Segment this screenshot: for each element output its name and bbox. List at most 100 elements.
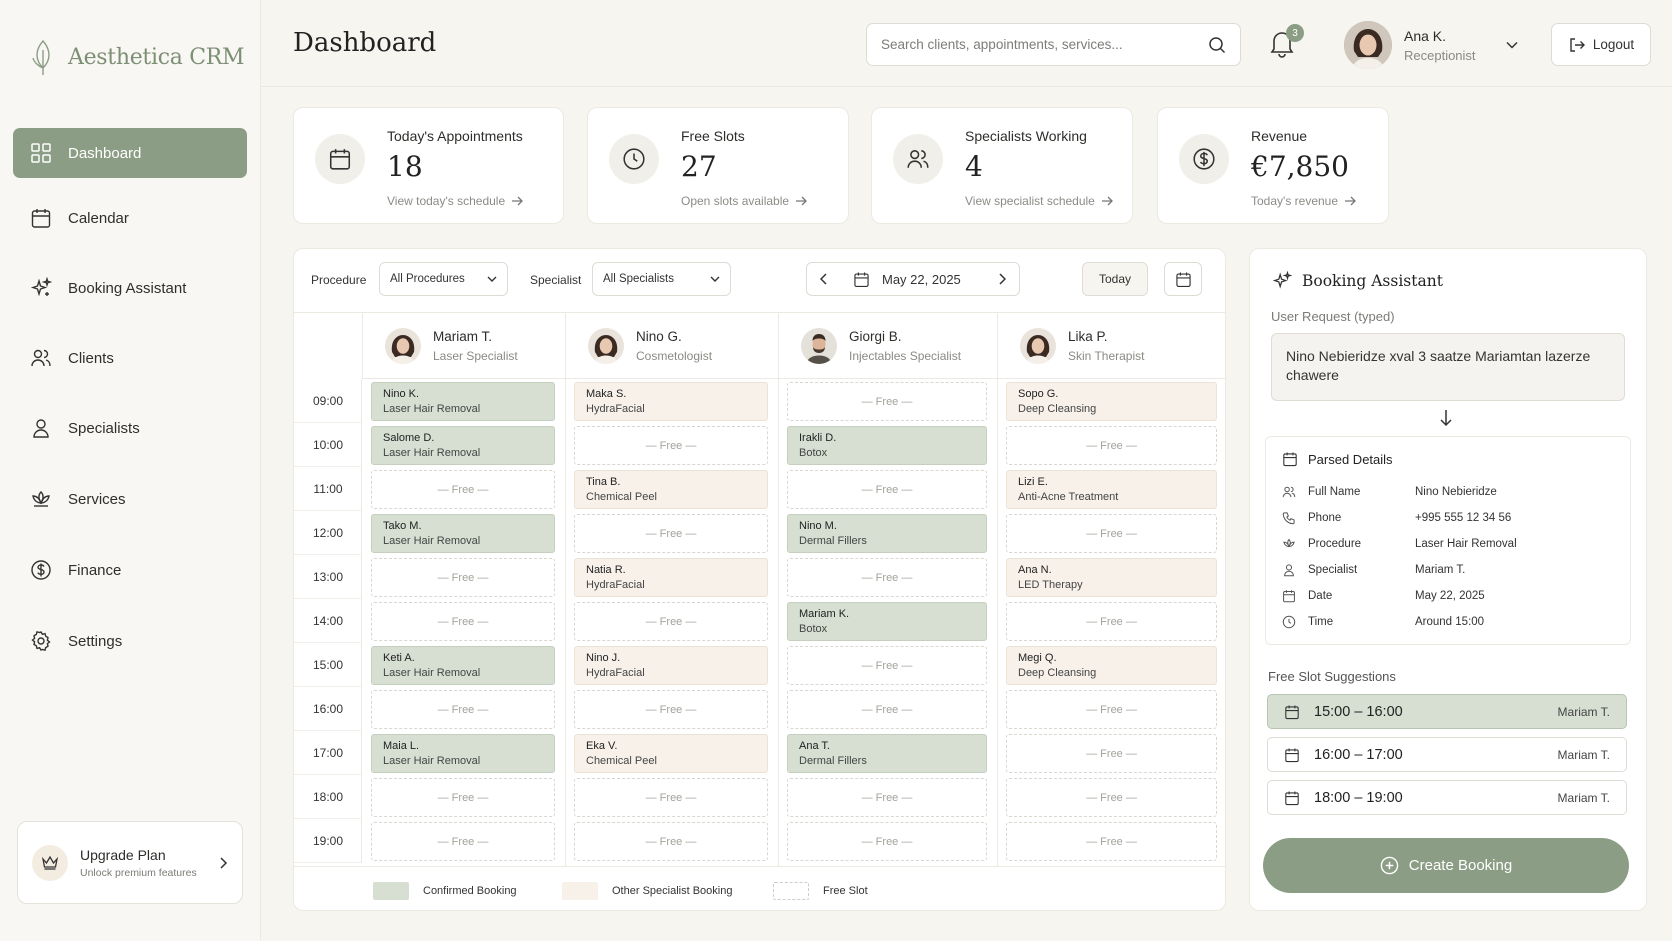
free-slot[interactable]: — Free — bbox=[1006, 822, 1217, 861]
free-slot[interactable]: — Free — bbox=[787, 382, 987, 421]
parsed-value: +995 555 12 34 56 bbox=[1415, 512, 1512, 524]
stat-link[interactable]: View today's schedule bbox=[387, 194, 524, 208]
free-slot[interactable]: — Free — bbox=[574, 690, 768, 729]
calendar-icon bbox=[315, 134, 365, 184]
sidebar-item-services[interactable]: Services bbox=[13, 474, 247, 524]
confirmed-booking[interactable]: Nino M. Dermal Fillers bbox=[787, 514, 987, 553]
search-box[interactable] bbox=[866, 23, 1241, 66]
other-specialist-booking[interactable]: Tina B. Chemical Peel bbox=[574, 470, 768, 509]
free-slot[interactable]: — Free — bbox=[574, 426, 768, 465]
free-slot[interactable]: — Free — bbox=[1006, 690, 1217, 729]
sidebar-item-clients[interactable]: Clients bbox=[13, 333, 247, 383]
stat-link[interactable]: View specialist schedule bbox=[965, 194, 1113, 208]
calendar-icon bbox=[1175, 272, 1191, 287]
logout-button[interactable]: Logout bbox=[1551, 23, 1651, 66]
stat-link[interactable]: Today's revenue bbox=[1251, 194, 1356, 208]
dollar-circle-icon bbox=[1179, 134, 1229, 184]
free-slot[interactable]: — Free — bbox=[787, 646, 987, 685]
notifications-button[interactable]: 3 bbox=[1268, 24, 1304, 60]
free-slot[interactable]: — Free — bbox=[787, 778, 987, 817]
free-slot[interactable]: — Free — bbox=[1006, 778, 1217, 817]
user-request-field[interactable]: Nino Nebieridze xval 3 saatze Mariamtan … bbox=[1271, 333, 1625, 401]
upgrade-plan-card[interactable]: Upgrade Plan Unlock premium features bbox=[17, 821, 243, 904]
confirmed-booking[interactable]: Ana T. Dermal Fillers bbox=[787, 734, 987, 773]
confirmed-booking[interactable]: Salome D. Laser Hair Removal bbox=[371, 426, 555, 465]
stat-label: Specialists Working bbox=[965, 128, 1087, 144]
search-input[interactable] bbox=[881, 37, 1201, 52]
booking-client: Tako M. bbox=[383, 520, 422, 532]
slot-suggestion-selected[interactable]: 15:00 – 16:00 Mariam T. bbox=[1267, 694, 1627, 729]
booking-procedure: Laser Hair Removal bbox=[383, 447, 481, 459]
sidebar-item-specialists[interactable]: Specialists bbox=[13, 403, 247, 453]
sidebar-item-calendar[interactable]: Calendar bbox=[13, 193, 247, 243]
other-specialist-booking[interactable]: Maka S. HydraFacial bbox=[574, 382, 768, 421]
specialist-select[interactable]: All Specialists bbox=[592, 262, 731, 296]
free-slot[interactable]: — Free — bbox=[574, 778, 768, 817]
free-slot[interactable]: — Free — bbox=[371, 558, 555, 597]
upgrade-title: Upgrade Plan bbox=[80, 846, 166, 863]
free-slot[interactable]: — Free — bbox=[371, 602, 555, 641]
slot-suggestion[interactable]: 18:00 – 19:00 Mariam T. bbox=[1267, 780, 1627, 815]
chevron-down-icon bbox=[1506, 41, 1518, 49]
confirmed-booking[interactable]: Keti A. Laser Hair Removal bbox=[371, 646, 555, 685]
other-specialist-booking[interactable]: Ana N. LED Therapy bbox=[1006, 558, 1217, 597]
confirmed-booking[interactable]: Maia L. Laser Hair Removal bbox=[371, 734, 555, 773]
free-slot[interactable]: — Free — bbox=[787, 690, 987, 729]
free-slot[interactable]: — Free — bbox=[371, 822, 555, 861]
sidebar-item-finance[interactable]: Finance bbox=[13, 545, 247, 595]
sidebar-item-settings[interactable]: Settings bbox=[13, 616, 247, 666]
other-specialist-booking[interactable]: Lizi E. Anti-Acne Treatment bbox=[1006, 470, 1217, 509]
open-calendar-button[interactable] bbox=[1164, 262, 1202, 296]
confirmed-booking[interactable]: Mariam K. Botox bbox=[787, 602, 987, 641]
free-slot[interactable]: — Free — bbox=[1006, 602, 1217, 641]
free-slot[interactable]: — Free — bbox=[371, 470, 555, 509]
other-specialist-booking[interactable]: Megi Q. Deep Cleansing bbox=[1006, 646, 1217, 685]
notification-count-badge: 3 bbox=[1286, 24, 1304, 42]
time-label: 14:00 bbox=[294, 599, 362, 643]
today-button[interactable]: Today bbox=[1082, 262, 1148, 296]
create-booking-button[interactable]: Create Booking bbox=[1263, 838, 1629, 893]
booking-procedure: Deep Cleansing bbox=[1018, 403, 1097, 415]
users-icon bbox=[31, 349, 51, 367]
page-title: Dashboard bbox=[293, 28, 437, 58]
slot-suggestion[interactable]: 16:00 – 17:00 Mariam T. bbox=[1267, 737, 1627, 772]
column-divider bbox=[997, 379, 998, 866]
confirmed-booking[interactable]: Tako M. Laser Hair Removal bbox=[371, 514, 555, 553]
specialist-filter-label: Specialist bbox=[530, 273, 582, 287]
free-slot[interactable]: — Free — bbox=[787, 558, 987, 597]
other-specialist-booking[interactable]: Sopo G. Deep Cleansing bbox=[1006, 382, 1217, 421]
free-slot[interactable]: — Free — bbox=[574, 514, 768, 553]
specialist-column-header: Giorgi B. Injectables Specialist bbox=[778, 313, 997, 379]
parsed-details-card: Parsed Details Full Name Nino Nebieridze… bbox=[1265, 436, 1631, 645]
free-slot[interactable]: — Free — bbox=[787, 822, 987, 861]
calendar-icon bbox=[1283, 452, 1297, 467]
free-slot[interactable]: — Free — bbox=[1006, 426, 1217, 465]
booking-client: Ana N. bbox=[1018, 564, 1052, 576]
free-slot[interactable]: — Free — bbox=[1006, 734, 1217, 773]
other-specialist-booking[interactable]: Eka V. Chemical Peel bbox=[574, 734, 768, 773]
other-specialist-booking[interactable]: Nino J. HydraFacial bbox=[574, 646, 768, 685]
stat-link[interactable]: Open slots available bbox=[681, 194, 807, 208]
procedure-select[interactable]: All Procedures bbox=[379, 262, 508, 296]
app-logo[interactable]: Aesthetica CRM bbox=[30, 38, 245, 76]
sidebar-item-label: Specialists bbox=[68, 419, 140, 437]
user-menu[interactable]: Ana K. Receptionist bbox=[1344, 21, 1518, 69]
free-slot[interactable]: — Free — bbox=[574, 822, 768, 861]
next-day-button[interactable] bbox=[985, 262, 1019, 296]
specialist-column-header: Lika P. Skin Therapist bbox=[997, 313, 1225, 379]
free-slot[interactable]: — Free — bbox=[787, 470, 987, 509]
sidebar-item-booking-assistant[interactable]: Booking Assistant bbox=[13, 263, 247, 313]
free-slot[interactable]: — Free — bbox=[574, 602, 768, 641]
schedule-toolbar: Procedure All Procedures Specialist All … bbox=[294, 249, 1225, 313]
legend-swatch bbox=[373, 882, 409, 900]
prev-day-button[interactable] bbox=[807, 262, 841, 296]
sidebar-item-label: Finance bbox=[68, 561, 122, 579]
free-slot[interactable]: — Free — bbox=[371, 690, 555, 729]
free-slot[interactable]: — Free — bbox=[371, 778, 555, 817]
booking-client: Tina B. bbox=[586, 476, 621, 488]
confirmed-booking[interactable]: Nino K. Laser Hair Removal bbox=[371, 382, 555, 421]
free-slot[interactable]: — Free — bbox=[1006, 514, 1217, 553]
confirmed-booking[interactable]: Irakli D. Botox bbox=[787, 426, 987, 465]
other-specialist-booking[interactable]: Natia R. HydraFacial bbox=[574, 558, 768, 597]
sidebar-item-dashboard[interactable]: Dashboard bbox=[13, 128, 247, 178]
